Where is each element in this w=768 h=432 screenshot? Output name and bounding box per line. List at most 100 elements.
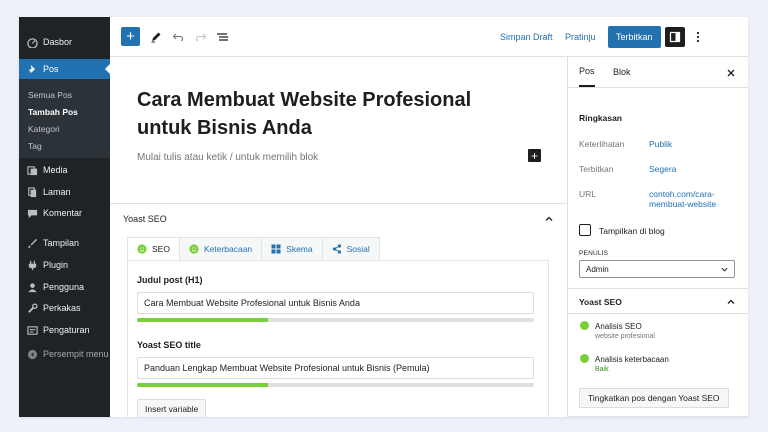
menu-label: Media xyxy=(43,165,68,175)
undo-icon xyxy=(172,33,184,42)
metabox-toggle-button[interactable] xyxy=(543,212,555,224)
smiley-icon xyxy=(137,244,147,254)
more-options-button[interactable] xyxy=(692,27,704,47)
readability-status-icon xyxy=(580,354,589,363)
seo-title-input[interactable]: Panduan Lengkap Membuat Website Profesio… xyxy=(137,357,534,379)
insert-variable-button[interactable]: Insert variable xyxy=(137,399,207,417)
media-icon xyxy=(27,165,38,176)
pin-icon xyxy=(27,64,38,75)
divider xyxy=(568,87,748,88)
seo-title-label: Yoast SEO title xyxy=(137,340,201,350)
menu-media[interactable]: Media xyxy=(19,160,110,180)
more-vertical-icon xyxy=(696,31,700,43)
chevron-down-icon xyxy=(721,267,728,272)
yoast-tabs: SEO Keterbacaan Skema Sosial xyxy=(127,237,380,261)
readability-title: Analisis keterbacaan xyxy=(595,355,669,364)
menu-posts[interactable]: Pos xyxy=(19,59,110,79)
plus-icon: + xyxy=(530,148,538,163)
share-icon xyxy=(332,244,342,254)
submenu-add-post[interactable]: Tambah Pos xyxy=(28,107,78,117)
save-draft-button[interactable]: Simpan Draft xyxy=(500,27,553,47)
publish-label: Terbitkan xyxy=(579,164,614,174)
block-placeholder[interactable]: Mulai tulis atau ketik / untuk memilih b… xyxy=(137,152,318,163)
menu-label: Persempit menu xyxy=(43,349,109,359)
tab-readability[interactable]: Keterbacaan xyxy=(178,237,263,261)
seo-title-progress xyxy=(137,383,534,387)
submenu-tags[interactable]: Tag xyxy=(28,141,42,151)
post-title-label: Judul post (H1) xyxy=(137,275,203,285)
menu-comments[interactable]: Komentar xyxy=(19,203,110,223)
tab-schema[interactable]: Skema xyxy=(261,237,323,261)
posts-submenu: Semua Pos Tambah Pos Kategori Tag xyxy=(19,79,110,158)
url-line-2: membuat-website xyxy=(649,199,717,209)
menu-label: Tampilan xyxy=(43,238,80,248)
undo-button[interactable] xyxy=(170,27,186,47)
post-title-input[interactable]: Cara Membuat Website Profesional untuk B… xyxy=(137,292,534,314)
editor-window: Dasbor Pos Semua Pos Tambah Pos Kategori… xyxy=(19,17,748,417)
page-icon xyxy=(27,186,38,198)
seo-analysis-keyphrase: website profesional xyxy=(595,333,655,340)
divider xyxy=(110,203,567,204)
publish-date-toggle[interactable]: Segera xyxy=(649,164,739,174)
show-in-blog-checkbox[interactable] xyxy=(579,224,591,236)
menu-pages[interactable]: Laman xyxy=(19,182,110,202)
list-view-icon xyxy=(216,33,228,41)
menu-users[interactable]: Pengguna xyxy=(19,277,110,297)
summary-heading: Ringkasan xyxy=(579,113,622,123)
sidebar-icon xyxy=(669,31,681,43)
plus-icon: + xyxy=(126,28,135,45)
redo-button[interactable] xyxy=(193,27,209,47)
author-select[interactable]: Admin xyxy=(579,260,735,278)
post-title-line-2: untuk Bisnis Anda xyxy=(137,117,312,139)
menu-label: Dasbor xyxy=(43,37,73,47)
url-link[interactable]: contoh.com/cara- membuat-website xyxy=(649,189,739,209)
yoast-metabox-title: Yoast SEO xyxy=(123,214,167,224)
yoast-panel-heading: Yoast SEO xyxy=(579,297,622,307)
menu-settings[interactable]: Pengaturan xyxy=(19,320,110,340)
divider xyxy=(568,416,748,417)
smiley-icon xyxy=(189,244,199,254)
menu-dashboard[interactable]: Dasbor xyxy=(19,32,110,52)
tab-block[interactable]: Blok xyxy=(613,57,631,87)
tab-social[interactable]: Sosial xyxy=(321,237,380,261)
improve-with-yoast-button[interactable]: Tingkatkan pos dengan Yoast SEO xyxy=(579,388,729,408)
visibility-toggle[interactable]: Publik xyxy=(649,139,739,149)
menu-appearance[interactable]: Tampilan xyxy=(19,233,110,253)
menu-plugins[interactable]: Plugin xyxy=(19,255,110,275)
url-label: URL xyxy=(579,189,597,199)
menu-label: Pos xyxy=(43,64,59,74)
chevron-up-icon xyxy=(545,216,553,221)
tools-button[interactable] xyxy=(148,27,164,47)
submenu-all-posts[interactable]: Semua Pos xyxy=(28,90,72,100)
post-title-line-1: Cara Membuat Website Profesional xyxy=(137,89,472,111)
yoast-panel-toggle[interactable] xyxy=(725,295,737,307)
divider xyxy=(568,288,748,289)
tab-label: Sosial xyxy=(346,244,370,254)
settings-toggle-button[interactable] xyxy=(665,27,685,47)
post-title[interactable]: Cara Membuat Website Profesional untuk B… xyxy=(137,86,537,142)
inline-add-block-button[interactable]: + xyxy=(528,149,541,162)
tab-seo[interactable]: SEO xyxy=(127,237,180,261)
submenu-categories[interactable]: Kategori xyxy=(28,124,60,134)
settings-icon xyxy=(27,325,38,336)
add-block-button[interactable]: + xyxy=(121,27,140,46)
close-icon xyxy=(727,69,735,77)
grid-icon xyxy=(271,244,281,254)
tab-post[interactable]: Pos xyxy=(579,57,595,87)
list-view-button[interactable] xyxy=(214,27,230,47)
menu-label: Komentar xyxy=(43,208,83,218)
menu-label: Perkakas xyxy=(43,303,81,313)
readability-score: Baik xyxy=(595,366,609,373)
menu-tools[interactable]: Perkakas xyxy=(19,298,110,318)
chevron-up-icon xyxy=(727,299,735,304)
preview-button[interactable]: Pratinju xyxy=(565,27,596,47)
author-value: Admin xyxy=(586,264,609,274)
editor-canvas: Cara Membuat Website Profesional untuk B… xyxy=(110,57,567,417)
close-sidebar-button[interactable] xyxy=(725,66,737,78)
collapse-icon xyxy=(27,349,38,360)
collapse-menu-button[interactable]: Persempit menu xyxy=(19,344,110,364)
settings-sidebar: Pos Blok Ringkasan Keterlihatan Publik T… xyxy=(567,57,748,417)
publish-button[interactable]: Terbitkan xyxy=(608,26,661,48)
divider xyxy=(568,313,748,314)
redo-icon xyxy=(195,33,207,42)
